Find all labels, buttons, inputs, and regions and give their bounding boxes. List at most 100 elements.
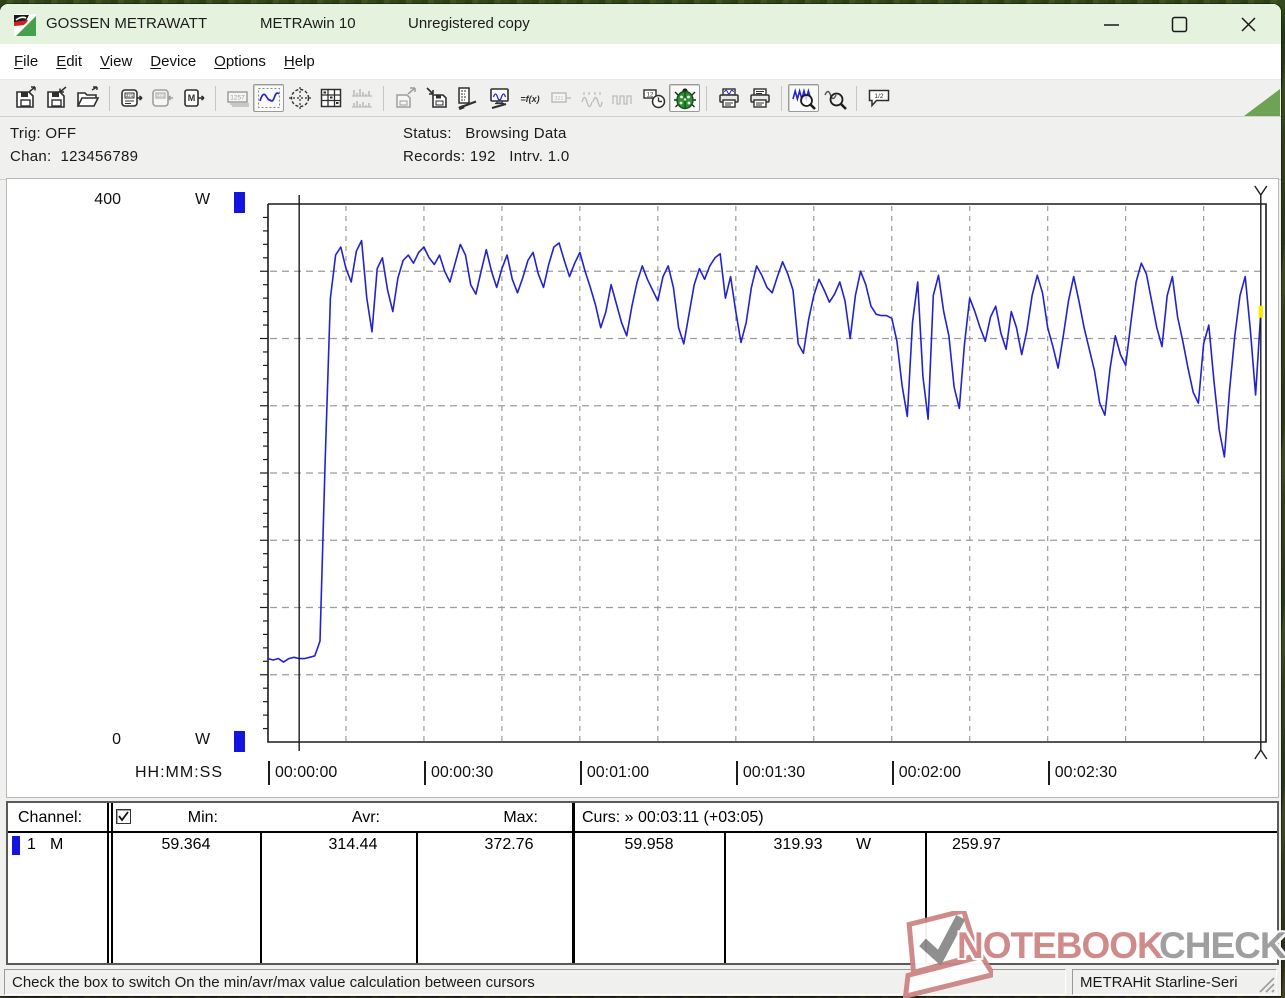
save-button[interactable] — [41, 84, 72, 112]
svg-text:M: M — [187, 93, 195, 103]
minimize-icon — [1103, 16, 1120, 33]
table-gridline — [111, 803, 113, 963]
view-scope-button[interactable] — [284, 84, 315, 112]
demo-bug-icon — [673, 86, 697, 110]
log-to-disk-icon — [425, 86, 449, 110]
menu-item-options[interactable]: Options — [205, 46, 275, 77]
hints-button[interactable]: 1/2 — [863, 84, 894, 112]
channel-settings-button[interactable] — [452, 84, 483, 112]
wave-analog-button — [576, 84, 607, 112]
close-button[interactable] — [1219, 4, 1277, 44]
svg-text:1257: 1257 — [230, 95, 245, 102]
status-bar: Check the box to switch On the min/avr/m… — [0, 966, 1281, 996]
zoom-mode-button[interactable] — [819, 84, 850, 112]
view-histogram-icon — [350, 86, 374, 110]
status-message-cell: Check the box to switch On the min/avr/m… — [4, 969, 1066, 995]
zoom-wave-button[interactable] — [788, 84, 819, 112]
device-monitor-button[interactable] — [483, 84, 514, 112]
menu-item-device[interactable]: Device — [141, 46, 205, 77]
x-axis-tick — [580, 761, 582, 785]
x-axis-tick — [736, 761, 738, 785]
resize-grip-icon[interactable] — [1256, 974, 1276, 994]
minimize-button[interactable] — [1082, 4, 1140, 44]
value-max: 372.76 — [446, 836, 572, 854]
svg-text:321: 321 — [156, 93, 164, 98]
trig-label: Trig: — [10, 125, 41, 142]
chan-line: Chan: 123456789 — [10, 148, 138, 165]
trig-value: OFF — [45, 125, 76, 142]
menu-item-view[interactable]: View — [91, 46, 141, 77]
channel-row-color — [12, 836, 20, 855]
col-header-min: Min: — [158, 809, 218, 827]
toolbar-separator — [383, 86, 384, 111]
demo-bug-button[interactable] — [669, 84, 700, 112]
view-scope-icon — [288, 86, 312, 110]
x-axis-unit-label: HH:MM:SS — [135, 764, 223, 782]
view-table-button[interactable] — [315, 84, 346, 112]
view-chart-button[interactable] — [253, 84, 284, 112]
log-to-disk-button[interactable] — [421, 84, 452, 112]
col-header-cursor: Curs: » 00:03:11 (+03:05) — [582, 809, 764, 827]
chart-svg — [7, 179, 1278, 795]
view-chart-icon — [257, 86, 281, 110]
wave-analog-icon — [580, 86, 604, 110]
read-memory-button[interactable]: M — [178, 84, 209, 112]
trig-line: Trig: OFF — [10, 125, 76, 142]
device-monitor-icon — [487, 86, 511, 110]
menu-item-edit[interactable]: Edit — [47, 46, 91, 77]
read-device-icon: 321 — [120, 86, 144, 110]
svg-text:1/2: 1/2 — [874, 93, 883, 100]
save-icon — [45, 86, 69, 110]
maximize-button[interactable] — [1150, 4, 1208, 44]
maximize-icon — [1171, 16, 1188, 33]
export-data-icon — [394, 86, 418, 110]
status-value: Browsing Data — [465, 125, 566, 142]
write-device-button: 321 — [147, 84, 178, 112]
print-button[interactable] — [744, 84, 775, 112]
value-cursor-delta: 259.97 — [952, 836, 1001, 854]
info-panel: Trig: OFF Chan: 123456789 Status: Browsi… — [0, 117, 1281, 180]
records-line: Records: 192 Intrv. 1.0 — [403, 148, 570, 165]
power-curve — [268, 241, 1261, 662]
minmax-checkbox[interactable] — [116, 809, 131, 824]
print-icon — [748, 86, 772, 110]
x-axis-label: 00:01:30 — [743, 764, 805, 782]
print-preview-button[interactable] — [713, 84, 744, 112]
plot-area[interactable] — [7, 179, 1278, 795]
wave-digital-icon — [611, 86, 635, 110]
formula-button[interactable]: =f(x) — [514, 84, 545, 112]
window-title-status: Unregistered copy — [408, 15, 530, 32]
toolbar-separator — [215, 86, 216, 111]
menu-item-file[interactable]: File — [5, 46, 47, 77]
svg-text:321: 321 — [554, 96, 563, 102]
toolbar-separator — [781, 86, 782, 111]
open-file-button[interactable] — [72, 84, 103, 112]
read-device-button[interactable]: 321 — [116, 84, 147, 112]
x-axis-row: HH:MM:SS 00:00:0000:00:3000:01:0000:01:3… — [7, 761, 1278, 791]
value-cursor-right: 319.93 — [748, 836, 848, 854]
x-axis-label: 00:02:30 — [1055, 764, 1117, 782]
value-min: 59.364 — [112, 836, 260, 854]
status-label: Status: — [403, 125, 452, 142]
records-label: Records: — [403, 148, 465, 165]
value-cursor-unit: W — [856, 836, 871, 854]
menu-item-help[interactable]: Help — [275, 46, 324, 77]
value-cursor-left: 59.958 — [574, 836, 724, 854]
cursor-value-marker — [1259, 306, 1263, 318]
channel-row-mode: M — [50, 836, 63, 854]
window-title-app: GOSSEN METRAWATT — [46, 15, 207, 32]
view-numeric-button: 1257 — [222, 84, 253, 112]
time-settings-button[interactable]: 12 — [638, 84, 669, 112]
measurement-table: Channel: Min: Avr: Max: Curs: » 00:03:11… — [6, 801, 1279, 965]
col-header-channel: Channel: — [18, 809, 82, 827]
interval-label: Intrv. — [509, 148, 543, 165]
chart-panel: 400 W 0 W HH:MM:SS 00:00:0000:00:3000:01… — [6, 178, 1279, 798]
app-logo-icon — [14, 14, 36, 36]
export-data-button — [390, 84, 421, 112]
svg-text:12: 12 — [646, 93, 653, 99]
metrawin-window: GOSSEN METRAWATT METRAwin 10 Unregistere… — [0, 4, 1281, 996]
save-as-button[interactable] — [10, 84, 41, 112]
channel-settings-icon — [456, 86, 480, 110]
table-gridline — [724, 833, 726, 963]
time-settings-icon: 12 — [642, 86, 666, 110]
